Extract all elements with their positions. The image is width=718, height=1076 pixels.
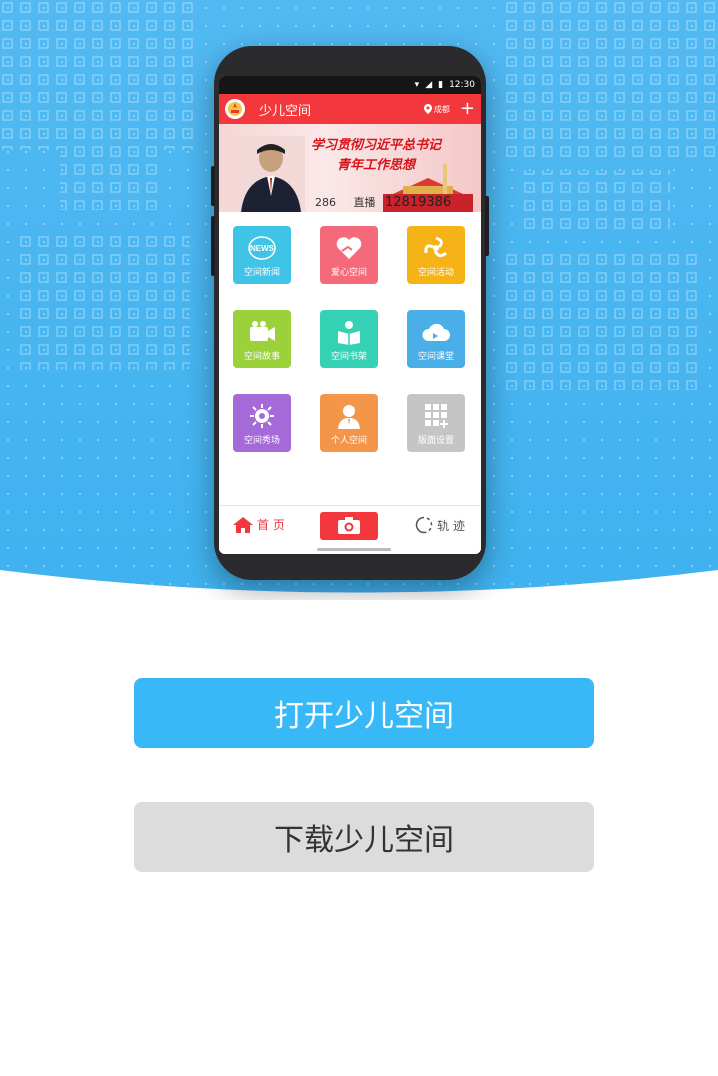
location-pin-icon: [423, 104, 432, 114]
tile-space-show[interactable]: 空间秀场: [233, 394, 291, 452]
status-bar: ▾ ◢ ▮ 12:30: [219, 76, 481, 94]
tile-space-classroom[interactable]: 空间课堂: [407, 310, 465, 368]
wifi-icon: ▾: [414, 80, 420, 90]
phone-side-button: [485, 196, 489, 256]
heart-hand-icon: [334, 235, 364, 261]
tab-home-label: 首 页: [257, 518, 285, 532]
tab-home[interactable]: 首 页: [233, 516, 285, 533]
home-indicator: [317, 548, 391, 551]
download-app-button[interactable]: 下载少儿空间: [134, 802, 594, 872]
tile-label: 空间活动: [417, 268, 454, 278]
ticker-number: 12819386: [385, 195, 452, 210]
app-logo-icon: [225, 99, 245, 119]
battery-icon: ▮: [438, 80, 444, 90]
banner-photo: [235, 136, 305, 212]
camera-button[interactable]: [320, 512, 378, 540]
banner-slogan-line1: 学习贯彻习近平总书记: [311, 138, 442, 153]
location-label: 成都: [433, 104, 450, 114]
tile-label: 空间书架: [330, 352, 367, 362]
app-title: 少儿空间: [259, 103, 312, 119]
tile-space-activity[interactable]: 空间活动: [407, 226, 465, 284]
open-app-button[interactable]: 打开少儿空间: [134, 678, 594, 748]
hero-background: ▾ ◢ ▮ 12:30 少儿空间 成都 + 学习贯彻习近平总书记 青年工作思想 …: [0, 0, 718, 600]
activity-swirl-icon: [421, 235, 451, 261]
tile-label: 爱心空间: [330, 268, 367, 278]
tile-label: 版面设置: [417, 436, 454, 446]
news-banner[interactable]: 学习贯彻习近平总书记 青年工作思想 286 直播 12819386: [219, 124, 481, 212]
tile-space-bookshelf[interactable]: 空间书架: [320, 310, 378, 368]
news-icon: NEWS: [247, 235, 277, 261]
tab-track[interactable]: 轨 迹: [415, 516, 465, 534]
tile-space-story[interactable]: 空间故事: [233, 310, 291, 368]
show-star-icon: [247, 403, 277, 429]
book-reader-icon: [334, 319, 364, 345]
person-icon: [334, 403, 364, 429]
tile-label: 空间课堂: [417, 352, 454, 362]
phone-side-button: [211, 166, 215, 206]
tile-love-space[interactable]: 爱心空间: [320, 226, 378, 284]
ticker-prefix: 286: [315, 196, 336, 209]
bottom-tab-bar: 首 页 轨 迹: [219, 505, 481, 554]
tile-space-news[interactable]: NEWS 空间新闻: [233, 226, 291, 284]
banner-ticker: 286 直播 12819386: [315, 194, 451, 210]
home-icon: [233, 516, 253, 533]
signal-icon: ◢: [425, 80, 433, 90]
tile-personal-space[interactable]: 个人空间: [320, 394, 378, 452]
phone-mockup: ▾ ◢ ▮ 12:30 少儿空间 成都 + 学习贯彻习近平总书记 青年工作思想 …: [211, 46, 489, 580]
phone-side-button: [211, 216, 215, 276]
location-selector[interactable]: 成都: [423, 104, 450, 115]
tile-label: 空间故事: [243, 352, 280, 362]
grid-settings-icon: [421, 403, 451, 429]
phone-screen: ▾ ◢ ▮ 12:30 少儿空间 成都 + 学习贯彻习近平总书记 青年工作思想 …: [219, 76, 481, 554]
ticker-label: 直播: [353, 196, 376, 209]
app-header: 少儿空间 成都 +: [219, 94, 481, 124]
add-button[interactable]: +: [460, 100, 475, 118]
video-camera-icon: [247, 319, 277, 345]
tile-label: 空间新闻: [243, 268, 280, 278]
track-icon: [415, 516, 433, 534]
camera-icon: [338, 517, 360, 534]
svg-text:NEWS: NEWS: [250, 244, 275, 253]
tile-layout-settings[interactable]: 版面设置: [407, 394, 465, 452]
status-time: 12:30: [449, 80, 475, 90]
tile-label: 个人空间: [330, 436, 367, 446]
tab-track-label: 轨 迹: [437, 518, 465, 533]
cloud-classroom-icon: [421, 319, 451, 345]
tile-label: 空间秀场: [243, 436, 280, 446]
